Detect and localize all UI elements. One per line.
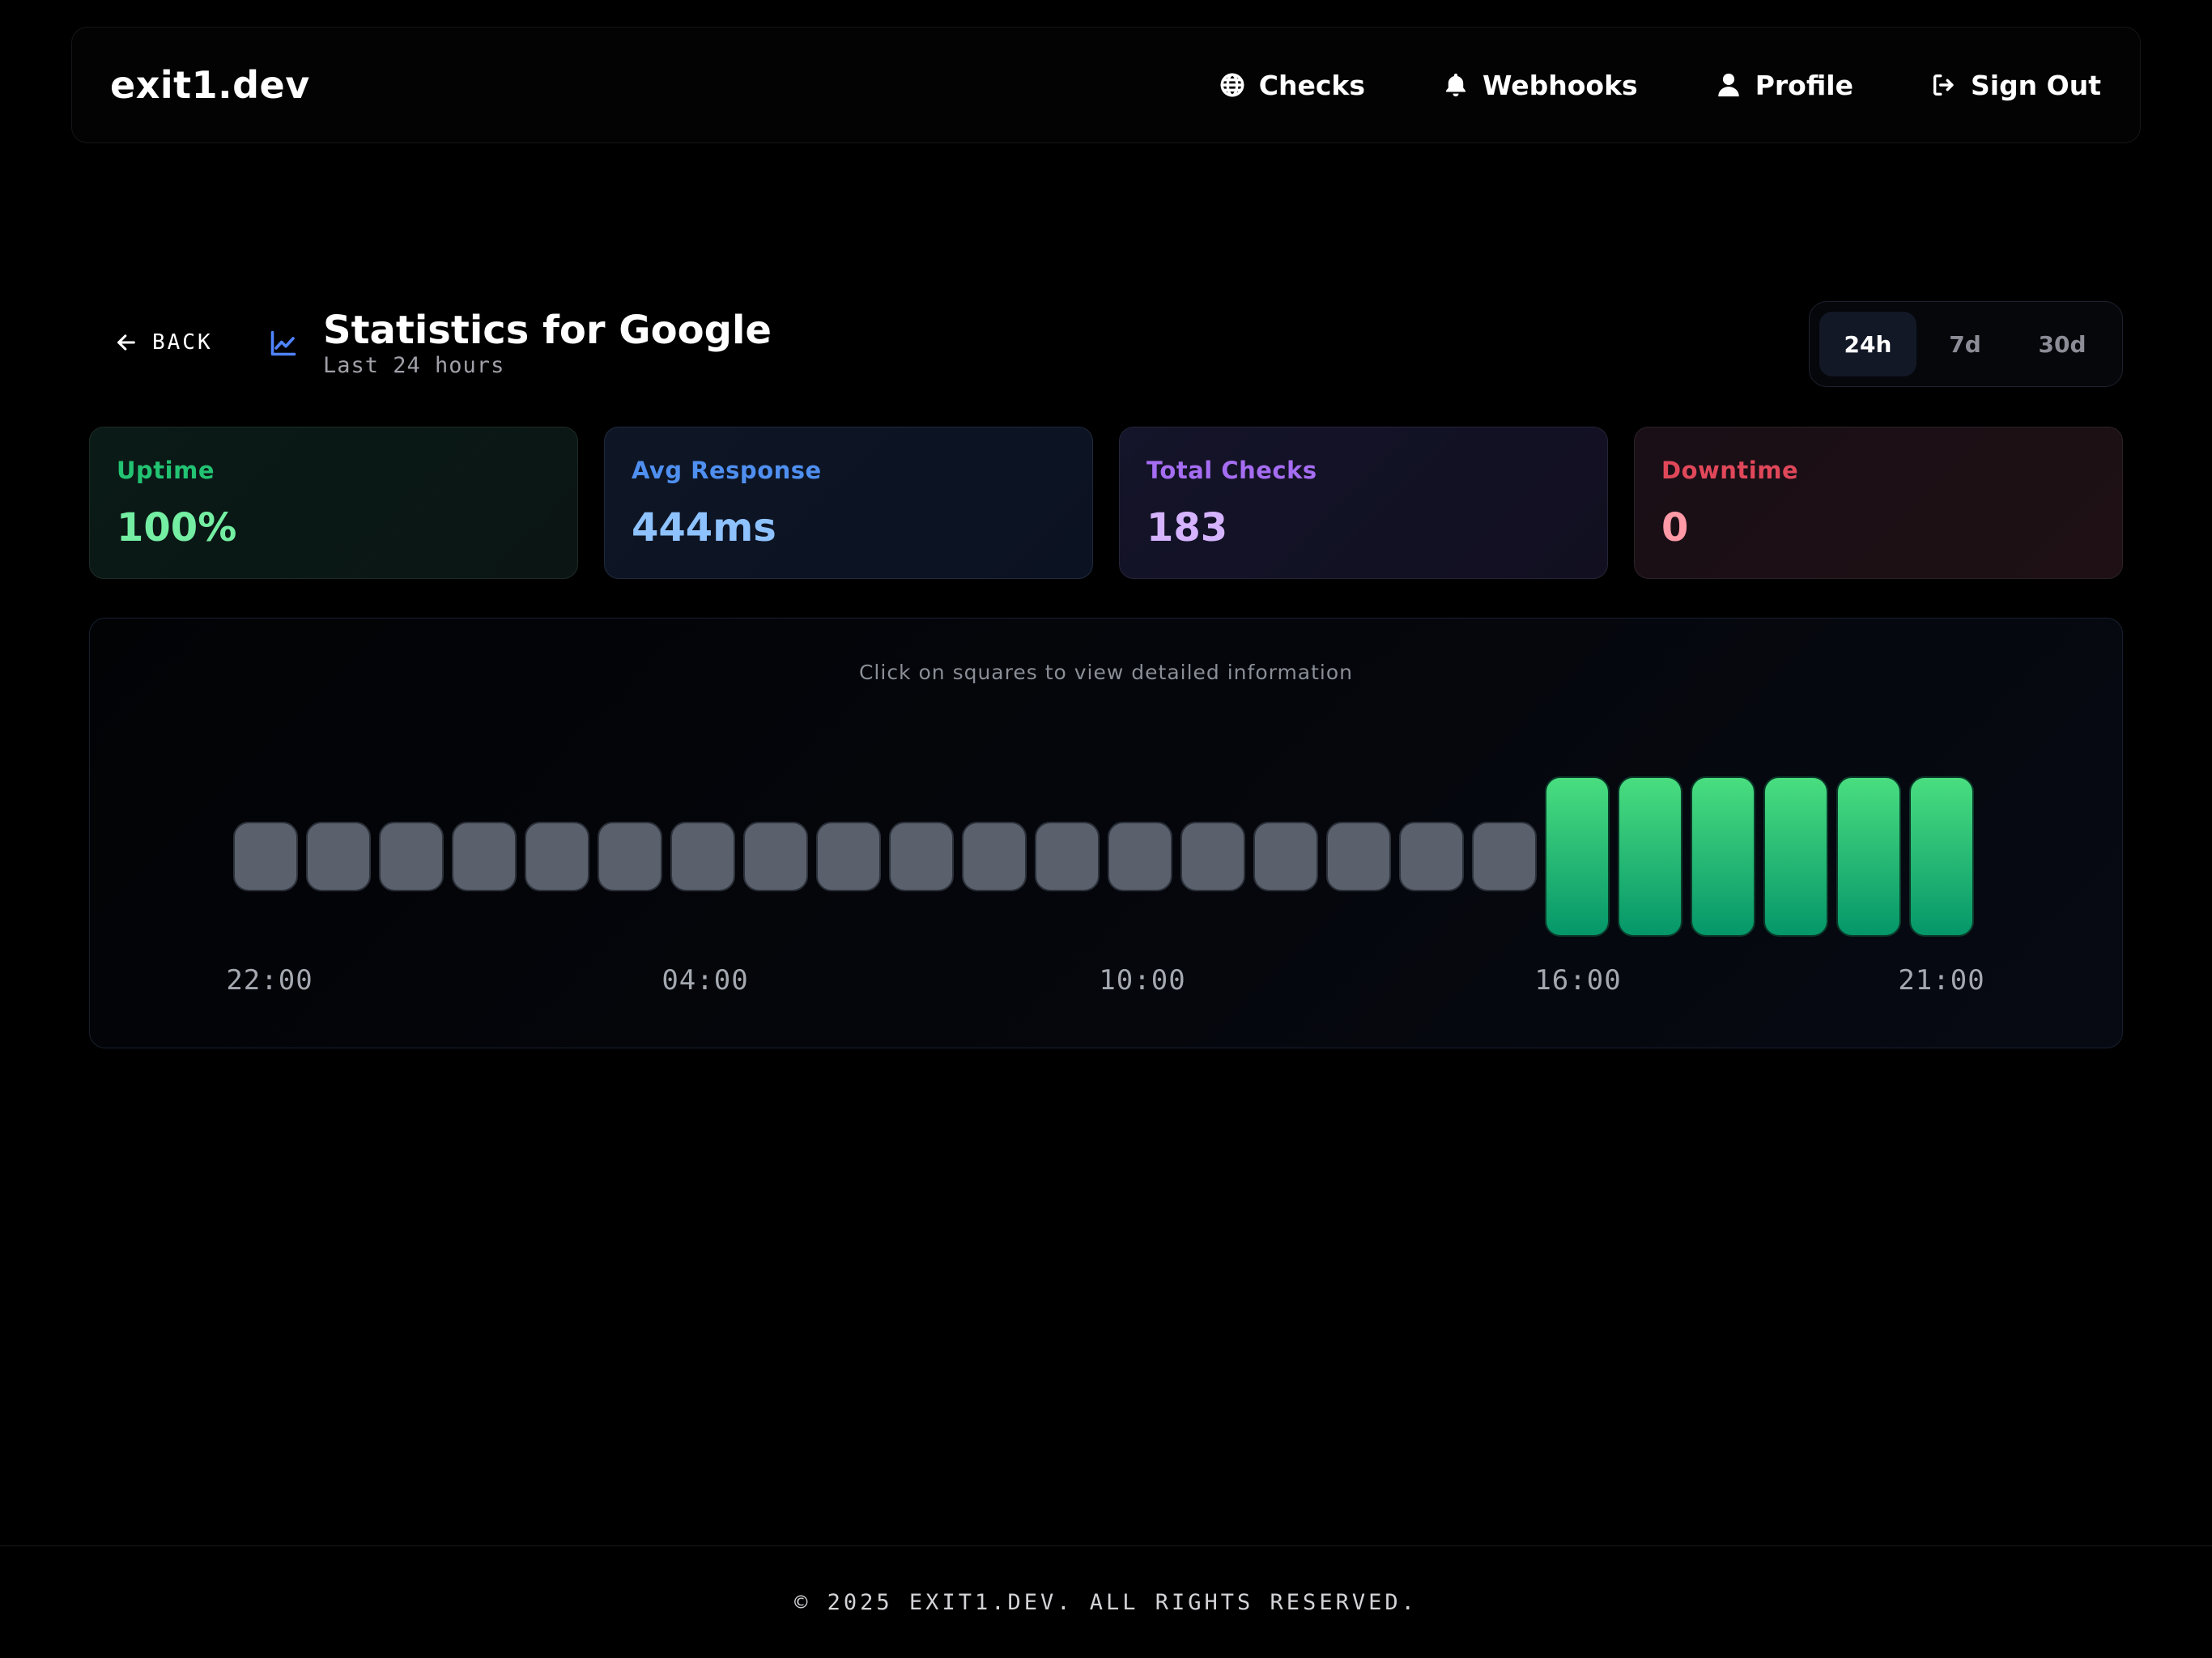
stats-header: BACK Statistics for Google Last 24 hours… (89, 301, 2123, 390)
range-7d-button[interactable]: 7d (1916, 312, 2014, 376)
downtime-value: 0 (1661, 505, 1689, 551)
history-square-no-data[interactable] (1326, 822, 1391, 891)
nav-link-label: Checks (1258, 69, 1366, 101)
back-label: BACK (152, 330, 213, 355)
history-square-up[interactable] (1691, 776, 1755, 937)
nav-link-checks[interactable]: Checks (1219, 70, 1365, 101)
nav-link-profile[interactable]: Profile (1715, 70, 1853, 101)
history-square-no-data[interactable] (889, 822, 954, 891)
line-chart-icon (269, 329, 298, 358)
time-axis-label: 16:00 (1534, 964, 1621, 997)
history-square-no-data[interactable] (1035, 822, 1100, 891)
history-square-up[interactable] (1763, 776, 1828, 937)
stat-cards: Uptime 100% Avg Response 444ms Total Che… (89, 427, 2123, 579)
back-button[interactable]: BACK (115, 330, 213, 355)
total-checks-card: Total Checks 183 (1119, 427, 1608, 579)
uptime-value: 100% (117, 505, 237, 551)
bell-icon (1445, 73, 1466, 97)
history-square-up[interactable] (1545, 776, 1610, 937)
top-navbar: exit1.dev Checks Webhooks Profile Sign O… (71, 27, 2141, 143)
avg-response-label: Avg Response (632, 457, 822, 484)
history-square-no-data[interactable] (816, 822, 881, 891)
arrow-left-icon (117, 334, 135, 351)
total-checks-label: Total Checks (1146, 457, 1317, 484)
time-axis-label: 10:00 (1099, 964, 1185, 997)
nav-link-label: Sign Out (1970, 69, 2101, 101)
history-square-no-data[interactable] (379, 822, 444, 891)
history-square-up[interactable] (1909, 776, 1974, 937)
history-square-no-data[interactable] (306, 822, 371, 891)
range-30d-button[interactable]: 30d (2014, 312, 2111, 376)
copyright-text: © 2025 EXIT1.DEV. ALL RIGHTS RESERVED. (794, 1589, 1418, 1615)
time-axis-label: 22:00 (226, 964, 313, 997)
history-square-no-data[interactable] (1253, 822, 1318, 891)
sign-out-icon (1933, 74, 1954, 96)
uptime-label: Uptime (117, 457, 215, 484)
history-square-no-data[interactable] (452, 822, 517, 891)
history-square-no-data[interactable] (1399, 822, 1464, 891)
page-title: Statistics for Google (323, 308, 772, 353)
history-square-no-data[interactable] (1180, 822, 1245, 891)
downtime-label: Downtime (1661, 457, 1799, 484)
nav-link-label: Profile (1755, 69, 1853, 101)
history-square-no-data[interactable] (598, 822, 662, 891)
logo[interactable]: exit1.dev (110, 63, 310, 107)
range-24h-button[interactable]: 24h (1819, 312, 1916, 376)
uptime-history-chart: 22:00 04:00 10:00 16:00 21:00 (226, 776, 1984, 997)
history-square-up[interactable] (1618, 776, 1682, 937)
time-axis-label: 21:00 (1898, 964, 1984, 997)
nav-link-label: Webhooks (1482, 69, 1638, 101)
uptime-card: Uptime 100% (89, 427, 578, 579)
history-square-no-data[interactable] (525, 822, 589, 891)
nav-links: Checks Webhooks Profile Sign Out (1142, 70, 2101, 101)
time-axis-label: 04:00 (661, 964, 748, 997)
history-square-no-data[interactable] (743, 822, 808, 891)
user-icon (1717, 73, 1739, 97)
title-block: Statistics for Google Last 24 hours (323, 301, 772, 378)
history-square-up[interactable] (1836, 776, 1901, 937)
history-square-no-data[interactable] (1472, 822, 1537, 891)
downtime-card: Downtime 0 (1634, 427, 2123, 579)
history-square-no-data[interactable] (670, 822, 735, 891)
history-square-no-data[interactable] (962, 822, 1027, 891)
total-checks-value: 183 (1146, 505, 1228, 551)
avg-response-card: Avg Response 444ms (604, 427, 1093, 579)
history-square-no-data[interactable] (1108, 822, 1172, 891)
uptime-history-panel: Click on squares to view detailed inform… (89, 618, 2123, 1048)
nav-link-sign-out[interactable]: Sign Out (1930, 70, 2101, 101)
footer: © 2025 EXIT1.DEV. ALL RIGHTS RESERVED. (0, 1545, 2212, 1658)
globe-icon (1220, 73, 1244, 97)
avg-response-value: 444ms (632, 505, 776, 551)
time-range-selector: 24h 7d 30d (1809, 301, 2123, 387)
history-square-no-data[interactable] (233, 822, 298, 891)
nav-link-webhooks[interactable]: Webhooks (1442, 70, 1638, 101)
